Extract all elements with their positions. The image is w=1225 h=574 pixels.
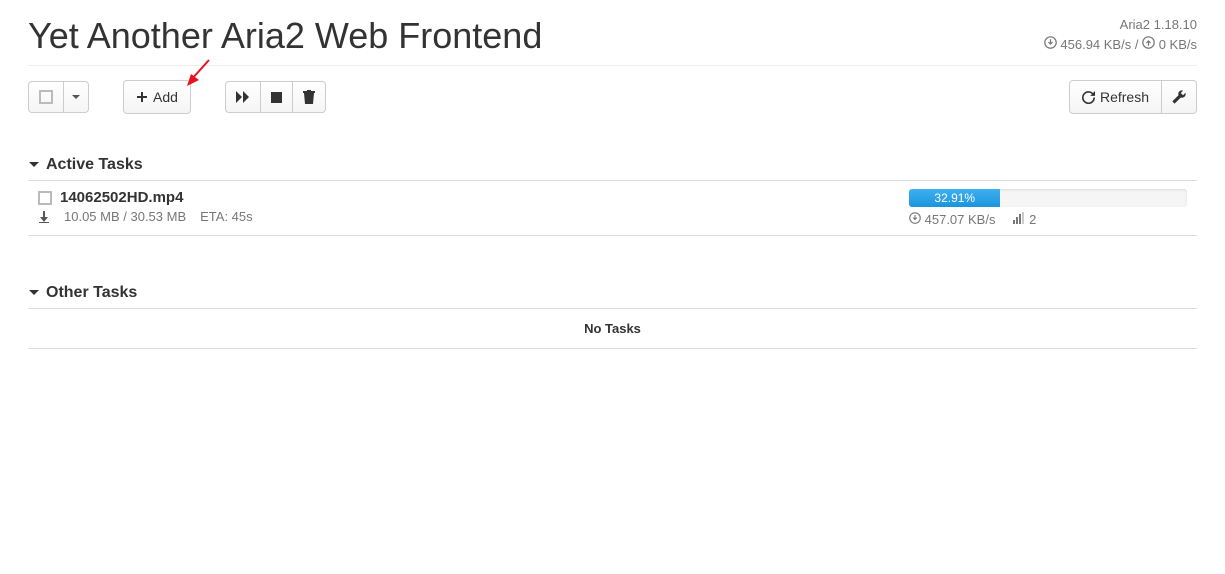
header-status: Aria2 1.18.10 456.94 KB/s / 0 KB/s [1044, 15, 1197, 54]
toolbar: Add Refresh [28, 80, 1197, 114]
right-toolbar-group: Refresh [1069, 80, 1197, 114]
global-up-speed: 0 KB/s [1159, 37, 1197, 52]
select-all-group [28, 81, 89, 113]
download-icon [38, 211, 50, 223]
chevron-down-icon [28, 159, 40, 171]
download-circle-icon [909, 212, 921, 224]
resume-button[interactable] [225, 81, 261, 113]
task-connections-wrap: 2 [1013, 212, 1036, 227]
task-speed-wrap: 457.07 KB/s [909, 212, 995, 227]
no-tasks-label: No Tasks [28, 309, 1197, 348]
settings-button[interactable] [1161, 80, 1197, 114]
chevron-down-icon [28, 287, 40, 299]
active-tasks-title: Active Tasks [46, 156, 143, 174]
other-tasks-body: No Tasks [28, 308, 1197, 349]
task-progress-bar: 32.91% [909, 189, 1187, 207]
checkbox-icon [39, 90, 53, 104]
wrench-icon [1172, 90, 1186, 104]
task-speed: 457.07 KB/s [925, 212, 996, 227]
task-row[interactable]: 14062502HD.mp4 10.05 MB / 30.53 MB ETA: … [28, 181, 1197, 235]
other-tasks-heading[interactable]: Other Tasks [28, 274, 1197, 308]
refresh-button-label: Refresh [1100, 87, 1149, 107]
stop-icon [271, 92, 282, 103]
active-tasks-body: 14062502HD.mp4 10.05 MB / 30.53 MB ETA: … [28, 180, 1197, 236]
task-checkbox[interactable] [38, 191, 52, 205]
upload-circle-icon [1142, 36, 1155, 49]
header: Yet Another Aria2 Web Frontend Aria2 1.1… [28, 15, 1197, 66]
task-progress-percent: 32.91% [909, 189, 1000, 207]
pause-button[interactable] [260, 81, 293, 113]
other-tasks-title: Other Tasks [46, 284, 137, 302]
signal-icon [1013, 212, 1025, 224]
task-size-progress: 10.05 MB / 30.53 MB [64, 209, 186, 224]
plus-icon [136, 91, 148, 103]
refresh-button[interactable]: Refresh [1069, 80, 1162, 114]
global-down-speed: 456.94 KB/s [1060, 37, 1131, 52]
task-connections: 2 [1029, 212, 1036, 227]
page-title: Yet Another Aria2 Web Frontend [28, 15, 542, 57]
trash-icon [303, 90, 315, 104]
task-eta: ETA: 45s [200, 209, 253, 224]
select-all-dropdown[interactable] [63, 81, 89, 113]
download-circle-icon [1044, 36, 1057, 49]
global-speed: 456.94 KB/s / 0 KB/s [1044, 35, 1197, 55]
caret-down-icon [72, 95, 80, 99]
task-filename: 14062502HD.mp4 [60, 189, 183, 206]
active-tasks-heading[interactable]: Active Tasks [28, 146, 1197, 180]
add-button[interactable]: Add [123, 80, 191, 114]
add-button-label: Add [153, 87, 178, 107]
select-all-checkbox[interactable] [28, 81, 64, 113]
aria2-version: Aria2 1.18.10 [1044, 15, 1197, 35]
refresh-icon [1082, 91, 1095, 104]
forward-icon [236, 91, 250, 103]
task-controls-group [225, 81, 326, 113]
remove-button[interactable] [292, 81, 326, 113]
